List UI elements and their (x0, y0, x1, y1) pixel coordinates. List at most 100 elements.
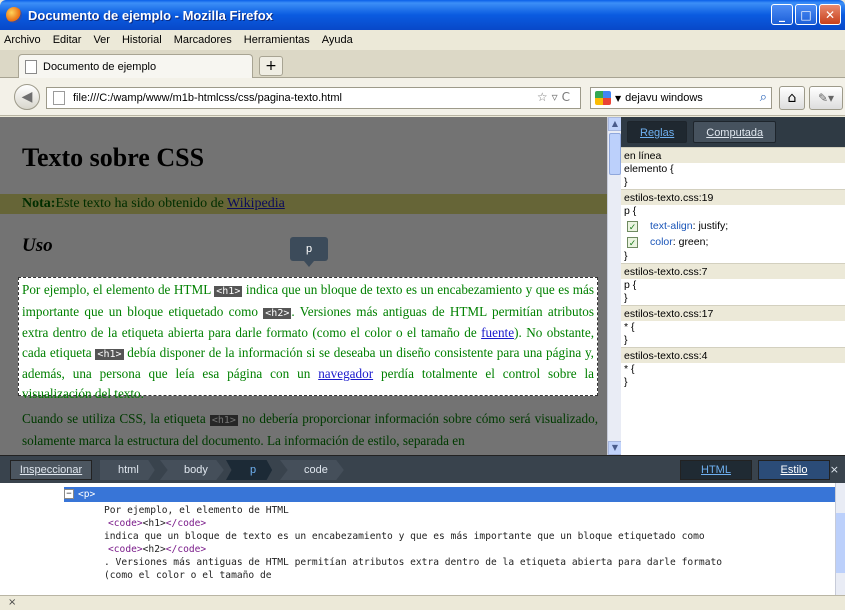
scroll-up-icon[interactable]: ▲ (608, 117, 622, 131)
navegador-link[interactable]: navegador (318, 366, 373, 381)
tab-reglas[interactable]: Reglas (627, 121, 688, 143)
second-paragraph: Cuando se utiliza CSS, la etiqueta <h1> … (22, 411, 599, 448)
code-h2[interactable]: <h2> (263, 307, 292, 319)
rule-selector: p { (624, 205, 637, 217)
property-value[interactable]: : justify; (693, 220, 729, 232)
rule-selector: * { (624, 363, 635, 375)
menu-ayuda[interactable]: Ayuda (322, 34, 353, 46)
declaration-color: ✓ color: green; (621, 234, 845, 250)
magnifier-icon[interactable]: ⌕ (760, 90, 767, 105)
breadcrumb-code[interactable]: code (280, 460, 344, 480)
close-findbar-icon[interactable]: × (8, 597, 16, 608)
element-tooltip: p (290, 237, 328, 267)
new-tab-button[interactable]: + (259, 56, 283, 76)
html-panel-scrollbar[interactable] (835, 483, 845, 595)
fuente-link[interactable]: fuente (481, 325, 514, 340)
navigation-bar: ◀ file:///C:/wamp/www/m1b-htmlcss/css/pa… (0, 78, 845, 116)
html-panel: − <p> Por ejemplo, el elemento de HTML <… (0, 483, 835, 595)
menu-historial[interactable]: Historial (122, 34, 162, 46)
note-paragraph: Nota:Este texto ha sido obtenido de Wiki… (0, 194, 607, 214)
html-text-line: (como el color o el tamaño de (104, 570, 272, 581)
reload-icon[interactable]: C (562, 90, 574, 104)
rule-close: } (624, 334, 628, 346)
page-content: Texto sobre CSS Nota:Este texto ha sido … (0, 117, 607, 455)
breadcrumb-body[interactable]: body (160, 460, 224, 480)
rule-close: } (624, 376, 628, 388)
inspect-button[interactable]: Inspeccionar (10, 460, 92, 480)
scroll-down-icon[interactable]: ▼ (608, 441, 622, 455)
bookmark-star-icon[interactable]: ☆ (537, 90, 552, 104)
addon-icon: ✎▾ (817, 91, 835, 105)
home-button[interactable]: ⌂ (779, 86, 805, 110)
rule-selector: elemento { (624, 163, 674, 175)
code-h1: <h1> (209, 415, 238, 426)
collapse-twisty-icon[interactable]: − (64, 489, 74, 499)
rule-selector: * { (624, 321, 635, 333)
menu-marcadores[interactable]: Marcadores (174, 34, 232, 46)
close-window-button[interactable]: ✕ (819, 4, 841, 25)
rule-selector: p { (624, 279, 637, 291)
style-panel-button[interactable]: Estilo (758, 460, 830, 480)
tab-documento[interactable]: Documento de ejemplo (18, 54, 253, 78)
rule-source-link[interactable]: estilos-texto.css:19 (621, 189, 845, 205)
back-button[interactable]: ◀ (14, 84, 40, 110)
note-text: Este texto ha sido obtenido de (55, 196, 228, 211)
selected-node[interactable]: <p> (64, 487, 835, 502)
menu-ver[interactable]: Ver (93, 34, 110, 46)
tab-title: Documento de ejemplo (43, 60, 157, 73)
code-h1[interactable]: <h1> (95, 348, 124, 360)
search-engine-icon[interactable] (595, 91, 611, 105)
history-dropdown-icon[interactable]: ▿ (552, 90, 562, 104)
rule-source-link[interactable]: estilos-texto.css:7 (621, 263, 845, 279)
html-text-line: Por ejemplo, el elemento de HTML (104, 505, 289, 516)
html-code-node[interactable]: <code><h1></code> (108, 518, 206, 529)
search-input[interactable]: dejavu windows (625, 92, 703, 104)
property-name[interactable]: text-align (650, 220, 693, 232)
site-icon (53, 91, 65, 105)
rule-source-inline: en línea (621, 147, 845, 163)
property-name[interactable]: color (650, 236, 673, 248)
url-bar[interactable]: file:///C:/wamp/www/m1b-htmlcss/css/pagi… (46, 87, 581, 109)
menu-herramientas[interactable]: Herramientas (244, 34, 310, 46)
breadcrumb-p[interactable]: p (226, 460, 273, 480)
html-panel-button[interactable]: HTML (680, 460, 752, 480)
title-bar: Documento de ejemplo - Mozilla Firefox _… (0, 0, 845, 30)
property-value[interactable]: : green; (673, 236, 709, 248)
wikipedia-link[interactable]: Wikipedia (227, 196, 285, 211)
declaration-text-align: ✓ text-align: justify; (621, 218, 845, 234)
url-bar-tools: ☆▿C (537, 90, 574, 104)
addon-button[interactable]: ✎▾ (809, 86, 843, 110)
style-panel: Reglas Computada en línea elemento { } e… (621, 117, 845, 455)
scroll-thumb[interactable] (836, 513, 845, 573)
rule-source-link[interactable]: estilos-texto.css:17 (621, 305, 845, 321)
maximize-button[interactable]: □ (795, 4, 817, 25)
highlighted-paragraph[interactable]: Por ejemplo, el elemento de HTML <h1> in… (18, 277, 598, 401)
firefox-logo-icon (6, 7, 22, 23)
page-scrollbar[interactable]: ▲ ▼ (607, 117, 622, 455)
back-arrow-icon: ◀ (21, 89, 33, 105)
enable-checkbox[interactable]: ✓ (627, 220, 638, 232)
tab-computada[interactable]: Computada (693, 121, 777, 143)
note-label: Nota: (22, 196, 56, 211)
rule-close: } (624, 250, 628, 262)
rule-close: } (624, 176, 628, 188)
page-icon (25, 59, 37, 74)
rule-source-link[interactable]: estilos-texto.css:4 (621, 347, 845, 363)
html-code-node[interactable]: <code><h2></code> (108, 544, 206, 555)
menu-editar[interactable]: Editar (53, 34, 82, 46)
breadcrumb-html[interactable]: html (100, 460, 155, 480)
html-text-line: . Versiones más antiguas de HTML permití… (104, 557, 723, 568)
close-inspector-icon[interactable]: × (830, 463, 839, 476)
section-heading: Uso (22, 235, 53, 256)
style-panel-tabs: Reglas Computada (621, 117, 845, 147)
menu-archivo[interactable]: Archivo (4, 34, 41, 46)
window-controls: _ □ ✕ (771, 4, 841, 25)
minimize-button[interactable]: _ (771, 4, 793, 25)
menu-bar: Archivo Editar Ver Historial Marcadores … (0, 30, 845, 50)
code-h1[interactable]: <h1> (214, 286, 243, 297)
engine-dropdown-icon[interactable]: ▼ (615, 94, 621, 103)
enable-checkbox[interactable]: ✓ (627, 236, 638, 248)
scroll-thumb[interactable] (609, 133, 621, 175)
search-bar[interactable]: ▼ dejavu windows ⌕ (590, 87, 772, 109)
window-title: Documento de ejemplo - Mozilla Firefox (28, 7, 273, 23)
